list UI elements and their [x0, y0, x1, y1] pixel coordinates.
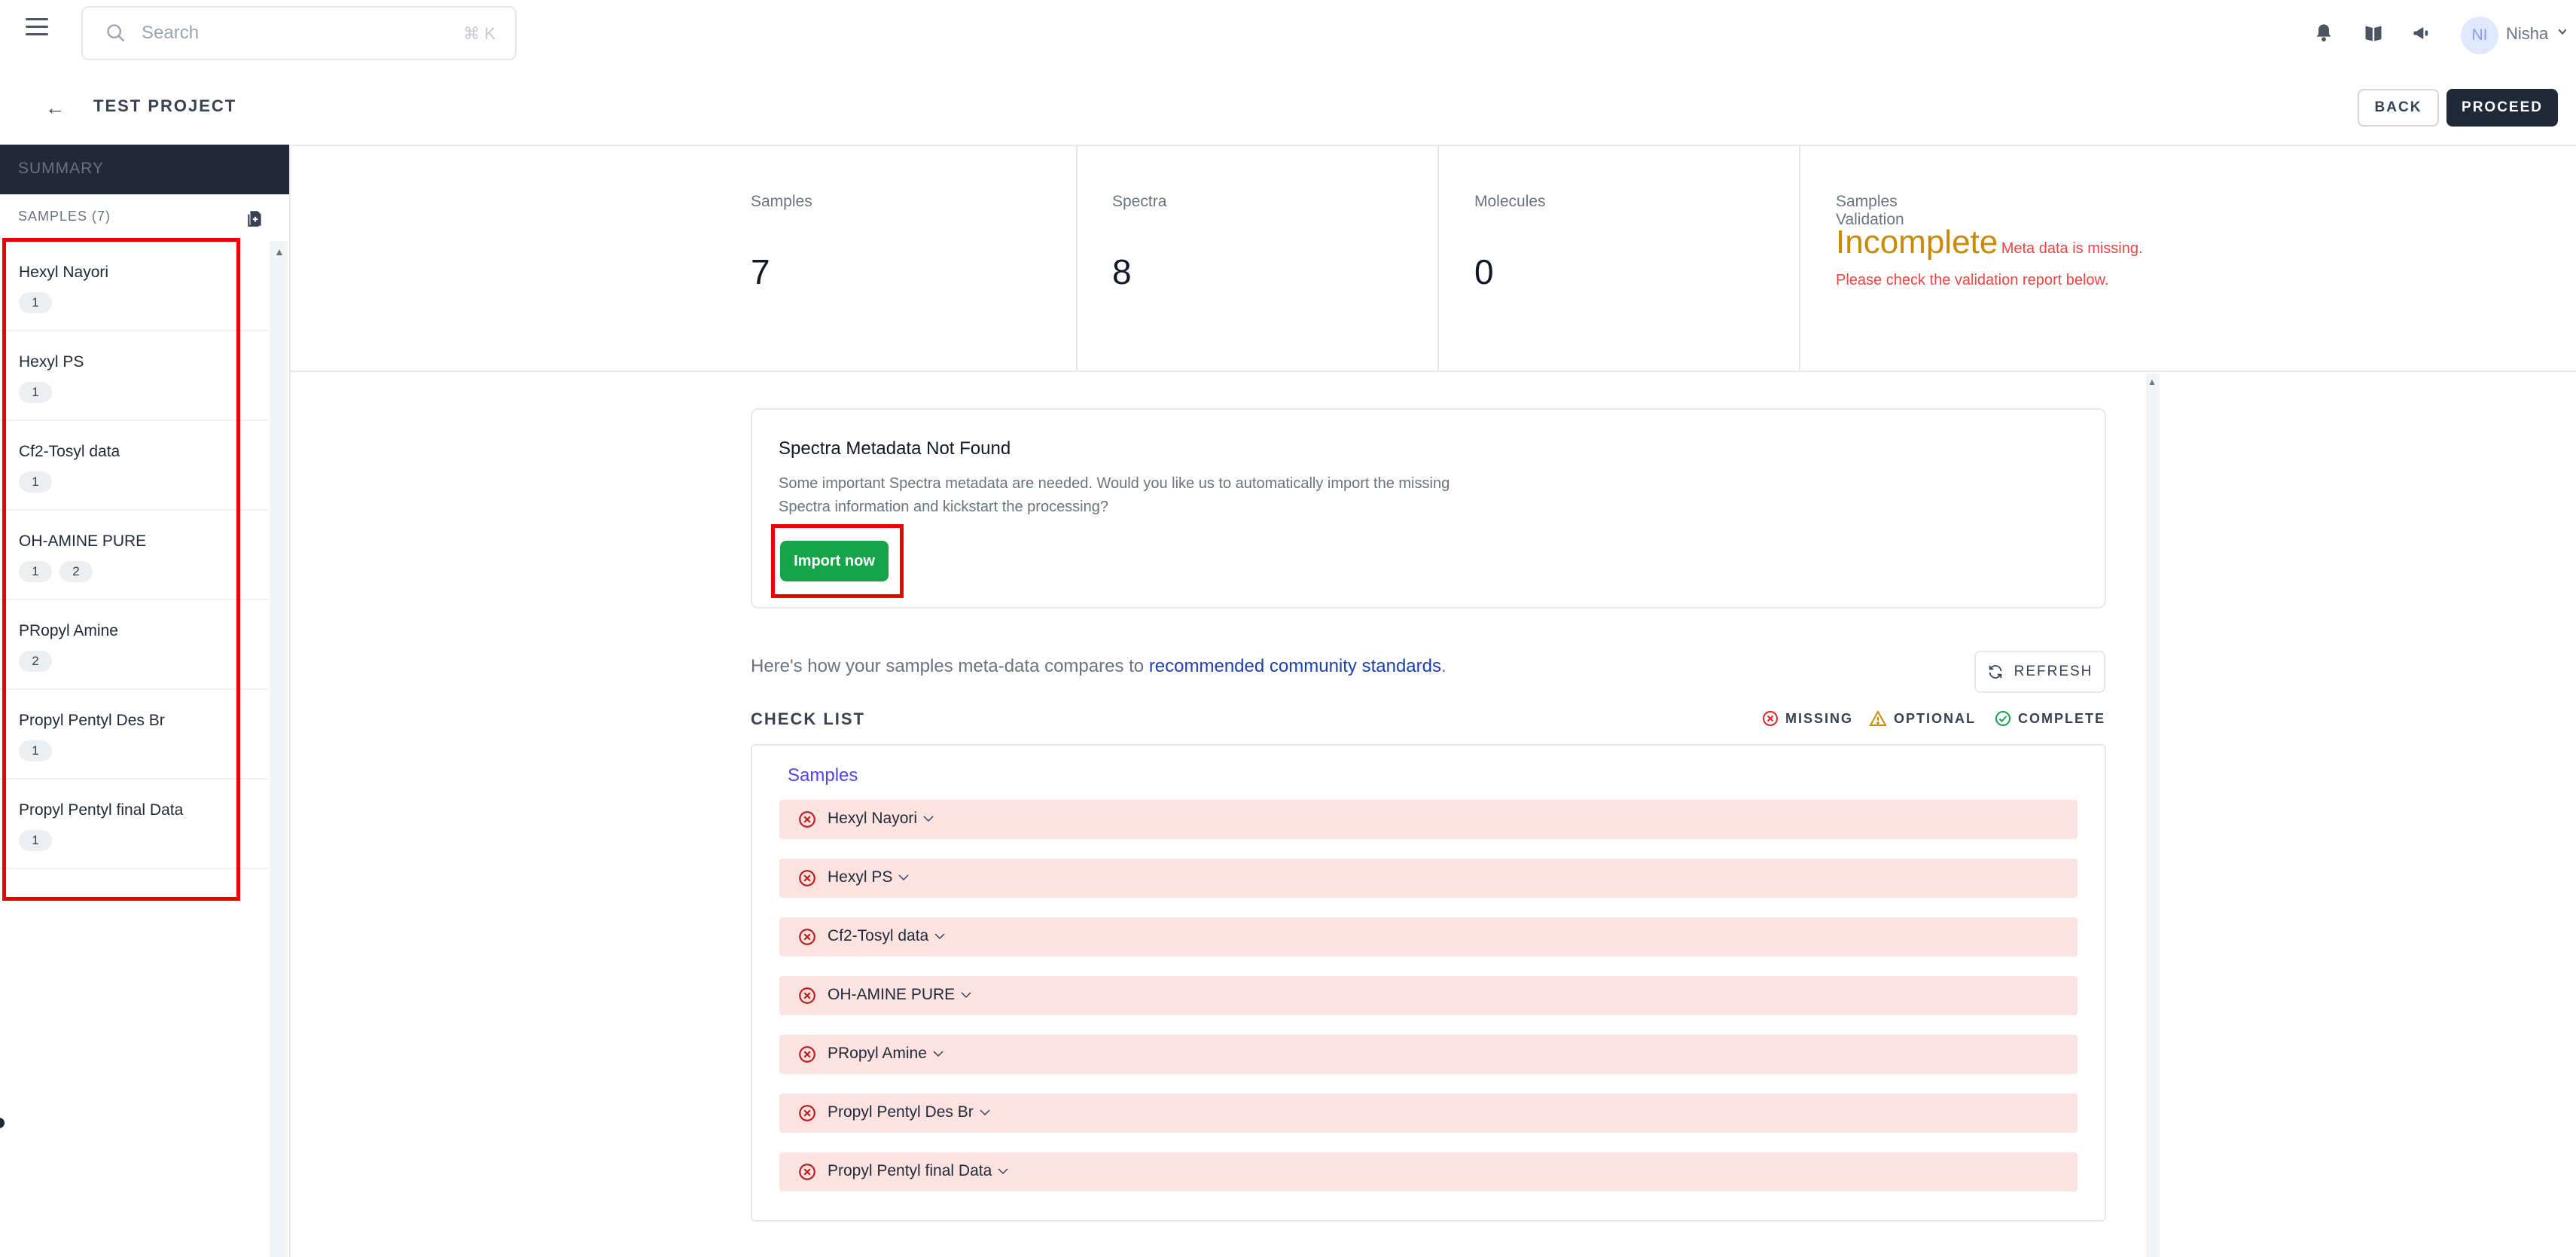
metadata-card-description: Some important Spectra metadata are need…: [779, 475, 1450, 515]
legend-missing: MISSING: [1761, 709, 1853, 728]
checklist-row[interactable]: Hexyl PS: [779, 859, 2078, 898]
standards-link[interactable]: recommended community standards: [1149, 656, 1441, 676]
highlight-box-samples: [2, 238, 240, 901]
bell-icon[interactable]: [2309, 18, 2339, 48]
page-title: TEST PROJECT: [93, 96, 237, 115]
back-arrow-icon[interactable]: ←: [45, 96, 65, 120]
hamburger-menu-icon[interactable]: [26, 17, 50, 39]
checklist-row-label: PRopyl Amine: [828, 1045, 927, 1062]
refresh-label: REFRESH: [2014, 664, 2093, 679]
missing-icon: [799, 1164, 815, 1180]
standards-prefix: Here's how your samples meta-data compar…: [751, 656, 1149, 676]
chevron-down-icon[interactable]: [931, 929, 948, 943]
search-placeholder: Search: [142, 23, 200, 43]
avatar[interactable]: NI: [2461, 17, 2498, 54]
upload-icon[interactable]: [245, 208, 265, 233]
checklist-title: CHECK LIST: [751, 709, 865, 728]
checklist-row-label: Cf2-Tosyl data: [828, 927, 929, 944]
checklist-row[interactable]: PRopyl Amine: [779, 1035, 2078, 1074]
checklist-row-label: Hexyl PS: [828, 868, 893, 886]
legend-optional: OPTIONAL: [1868, 709, 1976, 728]
legend-complete: COMPLETE: [1994, 709, 2105, 728]
checklist-row[interactable]: Cf2-Tosyl data: [779, 917, 2078, 956]
check-circle-icon: [1995, 711, 2010, 726]
missing-icon: [1763, 711, 1778, 726]
chevron-down-icon[interactable]: [920, 812, 937, 825]
checklist-row-label: Propyl Pentyl final Data: [828, 1162, 992, 1179]
proceed-button[interactable]: PROCEED: [2446, 89, 2558, 127]
search-input[interactable]: Search ⌘ K: [81, 6, 517, 60]
sidebar-scrollbar[interactable]: [270, 241, 288, 1257]
chevron-down-icon[interactable]: [958, 988, 974, 1002]
stat-label: Molecules: [1474, 193, 1546, 210]
chevron-down-icon[interactable]: [995, 1164, 1011, 1178]
chevron-down-icon[interactable]: [977, 1106, 993, 1119]
scroll-up-icon[interactable]: ▲: [274, 246, 285, 258]
search-shortcut: ⌘ K: [463, 24, 495, 43]
stat-value: 0: [1474, 252, 1494, 291]
refresh-icon: [1989, 665, 2001, 679]
missing-icon: [799, 929, 815, 945]
stats-bar: [291, 145, 2576, 372]
validation-status: Incomplete Meta data is missing. Please …: [1836, 224, 2152, 297]
missing-icon: [799, 811, 815, 828]
validation-status-value: Incomplete: [1836, 224, 1998, 261]
chevron-down-icon[interactable]: [895, 871, 912, 884]
standards-suffix: .: [1440, 656, 1447, 676]
search-icon: [107, 24, 125, 42]
missing-icon: [799, 1105, 815, 1121]
legend-optional-label: OPTIONAL: [1894, 710, 1976, 726]
book-icon[interactable]: [2358, 18, 2389, 48]
summary-label: SUMMARY: [18, 160, 104, 177]
legend-complete-label: COMPLETE: [2018, 710, 2106, 726]
checklist-row-label: Propyl Pentyl Des Br: [828, 1103, 974, 1121]
divider: [1437, 145, 1439, 371]
warning-icon: [1869, 709, 1887, 726]
chevron-down-icon[interactable]: [2556, 26, 2568, 41]
metadata-card-title: Spectra Metadata Not Found: [779, 438, 1011, 459]
back-button[interactable]: BACK: [2358, 89, 2439, 127]
stat-label: Spectra: [1112, 193, 1167, 210]
highlight-box-import: [771, 524, 904, 598]
divider: [1076, 145, 1078, 371]
missing-icon: [799, 870, 815, 886]
missing-icon: [799, 987, 815, 1004]
stat-label: Samples: [751, 193, 812, 210]
summary-tab[interactable]: SUMMARY: [0, 145, 289, 194]
checklist-section-title: Samples: [788, 765, 858, 786]
main-scrollbar[interactable]: [2147, 374, 2160, 1257]
checklist-row[interactable]: Propyl Pentyl final Data: [779, 1152, 2078, 1191]
samples-header: SAMPLES (7): [18, 209, 111, 224]
legend-missing-label: MISSING: [1785, 710, 1854, 726]
megaphone-icon[interactable]: [2407, 18, 2437, 48]
chevron-down-icon[interactable]: [930, 1047, 947, 1060]
checklist-row[interactable]: Hexyl Nayori: [779, 800, 2078, 839]
project-header: [0, 71, 2576, 146]
checklist-row-label: Hexyl Nayori: [828, 810, 918, 827]
missing-icon: [799, 1046, 815, 1063]
stat-value: 8: [1112, 252, 1132, 291]
checklist-row[interactable]: Propyl Pentyl Des Br: [779, 1094, 2078, 1133]
user-name[interactable]: Nisha: [2506, 24, 2548, 44]
divider: [1799, 145, 1800, 371]
stat-value: 7: [751, 252, 770, 291]
standards-text: Here's how your samples meta-data compar…: [751, 656, 1447, 677]
refresh-button[interactable]: REFRESH: [1974, 651, 2105, 693]
scroll-up-icon[interactable]: ▲: [2148, 377, 2157, 387]
checklist-row[interactable]: OH-AMINE PURE: [779, 976, 2078, 1015]
checklist-row-label: OH-AMINE PURE: [828, 986, 956, 1003]
